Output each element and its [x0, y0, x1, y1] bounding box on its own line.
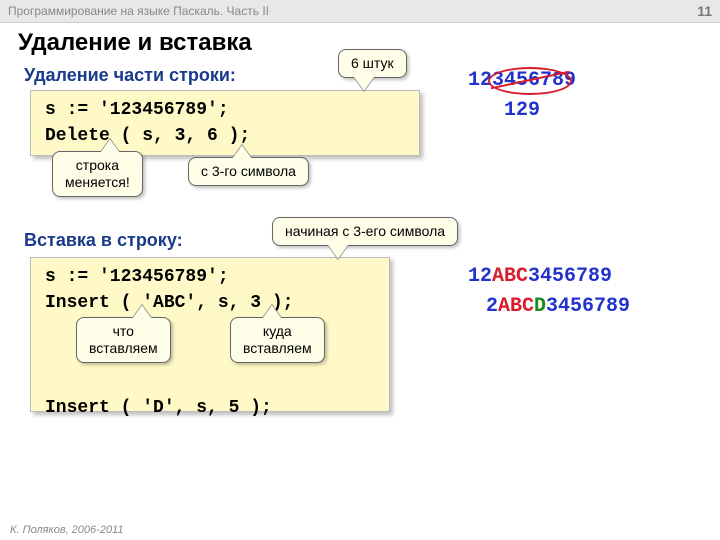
delete-result-after: 129	[504, 99, 540, 122]
callout-starting-third: начиная с 3-его символа	[272, 217, 458, 246]
code-block-delete: s := '123456789'; Delete ( s, 3, 6 );	[30, 90, 420, 156]
slide-header: Программирование на языке Паскаль. Часть…	[0, 0, 720, 23]
footer-copyright: К. Поляков, 2006-2011	[10, 524, 123, 536]
callout-from-third: с 3-го символа	[188, 157, 309, 186]
callout-where-insert: куда вставляем	[230, 317, 325, 363]
slide-content: Удаление части строки: s := '123456789';…	[0, 65, 720, 412]
page-number: 11	[697, 3, 712, 19]
course-title: Программирование на языке Паскаль. Часть…	[8, 4, 269, 18]
insert-result-1: 12ABC3456789	[468, 265, 612, 288]
insert-result-2: 2ABCD3456789	[486, 295, 630, 318]
delete-result-before: 123456789	[468, 69, 576, 92]
callout-six-count: 6 штук	[338, 49, 407, 78]
callout-what-insert: что вставляем	[76, 317, 171, 363]
callout-string-changes: строка меняется!	[52, 151, 143, 197]
